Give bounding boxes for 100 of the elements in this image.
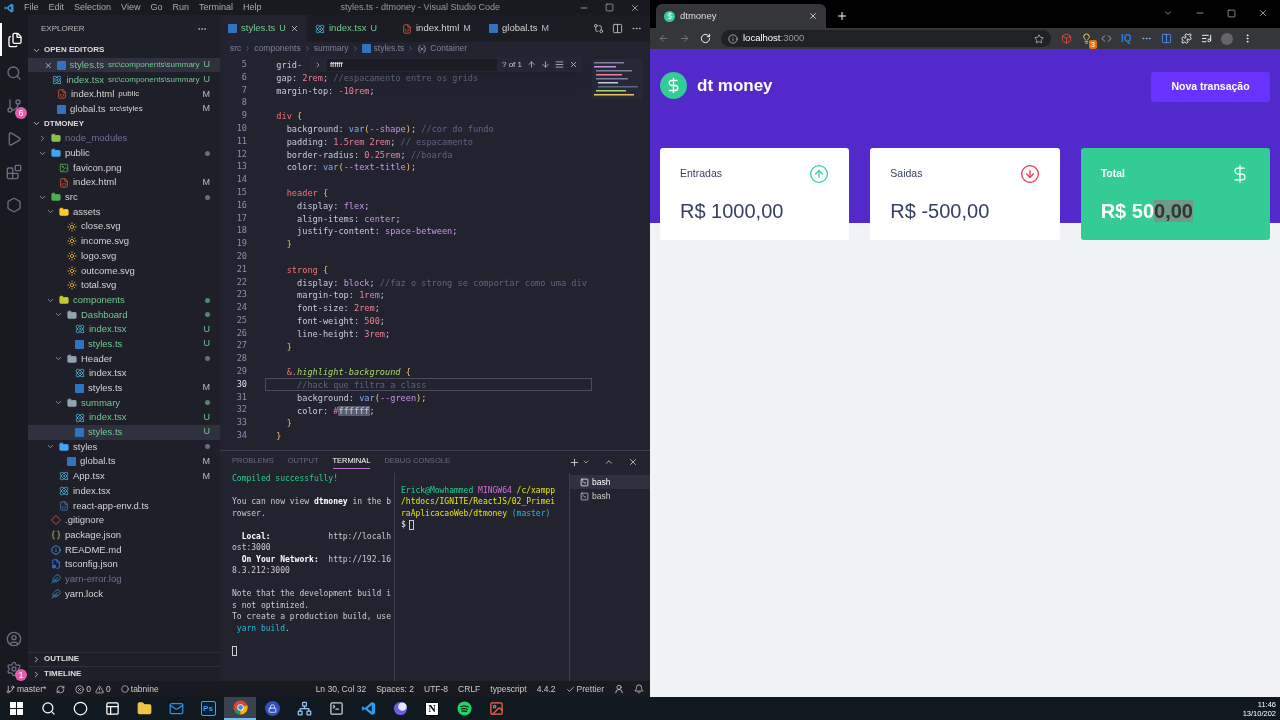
browser-tab[interactable]: dtmoney [656, 4, 826, 28]
close-icon[interactable] [44, 60, 53, 70]
feedback-icon[interactable] [614, 684, 624, 694]
chevron-icon[interactable] [582, 458, 590, 466]
files-icon[interactable] [7, 31, 23, 48]
tree-item[interactable]: README.md [28, 542, 220, 558]
menu-item[interactable]: File [24, 0, 39, 15]
tree-item[interactable]: yarn.lock [28, 586, 220, 602]
tree-item[interactable]: logo.svg [28, 248, 220, 264]
tree-item[interactable]: components [28, 292, 220, 308]
terminal-session[interactable]: bash [570, 489, 650, 503]
menu-item[interactable]: Go [150, 0, 163, 15]
tree-item[interactable]: Dashboard [28, 307, 220, 323]
tree-item[interactable]: favicon.png [28, 160, 220, 176]
tree-item[interactable]: public [28, 145, 220, 161]
close-icon[interactable] [289, 24, 299, 33]
tree-item[interactable]: App.tsx M [28, 468, 220, 484]
taskbar-button[interactable]: Ps [192, 697, 224, 720]
tree-item[interactable]: yarn-error.log [28, 571, 220, 587]
sync-icon[interactable] [56, 684, 66, 694]
previous-match-icon[interactable] [527, 60, 536, 69]
tree-item[interactable]: styles [28, 439, 220, 455]
media-icon[interactable] [1200, 33, 1212, 44]
back-icon[interactable] [658, 33, 669, 44]
open-editor-item[interactable]: index.tsx src\components\summary U [28, 72, 220, 88]
menu-item[interactable]: Selection [74, 0, 112, 15]
tree-item[interactable]: index.tsx U [28, 410, 220, 425]
tree-item[interactable]: package.json [28, 527, 220, 543]
status-item[interactable]: UTF-8 [424, 682, 449, 696]
address-bar[interactable]: localhost:3000 [721, 30, 1051, 47]
menu-item[interactable]: Terminal [198, 0, 233, 15]
section-header[interactable]: DTMONEY [28, 116, 220, 132]
breadcrumb-item[interactable]: src [230, 42, 242, 55]
open-editor-item[interactable]: index.html public M [28, 87, 220, 102]
selection-icon[interactable] [555, 60, 564, 69]
status-item[interactable]: Ln 30, Col 32 [315, 682, 367, 696]
taskbar-button[interactable]: N [416, 697, 448, 720]
tree-item[interactable]: tsconfig.json [28, 557, 220, 572]
close-icon[interactable] [569, 60, 578, 69]
tree-item[interactable]: Header [28, 351, 220, 367]
problems-indicator[interactable]: 0 0 [75, 682, 111, 696]
search-icon[interactable] [6, 64, 22, 81]
status-item[interactable]: CRLF [458, 682, 481, 696]
section-header[interactable]: OUTLINE [28, 651, 220, 667]
tree-item[interactable]: outcome.svg [28, 263, 220, 278]
compare-icon[interactable] [593, 23, 604, 34]
source-control-icon[interactable] [6, 97, 22, 114]
breadcrumb-item[interactable]: components [254, 42, 301, 55]
chevron-icon[interactable] [1163, 8, 1173, 18]
tree-item[interactable]: close.svg [28, 219, 220, 234]
tree-item[interactable]: src [28, 189, 220, 205]
tree-item[interactable]: styles.ts U [28, 424, 220, 440]
breadcrumb-item[interactable]: Container [430, 42, 468, 55]
next-match-icon[interactable] [541, 60, 550, 69]
code-icon[interactable] [1101, 33, 1112, 44]
settings-icon[interactable] [6, 661, 22, 677]
reload-icon[interactable] [700, 33, 711, 44]
notifications-icon[interactable] [634, 684, 644, 694]
breadcrumb-item[interactable]: summary [313, 42, 349, 55]
extensions-icon[interactable] [1180, 33, 1192, 44]
tree-item[interactable]: index.tsx [28, 366, 220, 381]
open-editor-item[interactable]: styles.ts src\components\summary U [28, 57, 220, 73]
extension-status[interactable]: tabnine [120, 682, 159, 696]
tree-item[interactable]: income.svg [28, 233, 220, 249]
close-icon[interactable] [628, 457, 638, 467]
status-item[interactable]: 4.4.2 [536, 682, 556, 696]
tree-item[interactable]: index.html M [28, 175, 220, 190]
new-tab-icon[interactable] [836, 10, 848, 22]
tree-item[interactable]: .gitignore [28, 513, 220, 528]
maximize-panel-icon[interactable] [604, 457, 614, 467]
menu-item[interactable]: Help [242, 0, 262, 15]
maximize-icon[interactable] [1227, 8, 1236, 18]
tree-item[interactable]: index.tsx U [28, 322, 220, 337]
new-terminal-icon[interactable] [569, 456, 580, 468]
editor-tab[interactable]: index.tsx U [307, 15, 394, 42]
section-header[interactable]: OPEN EDITORS [28, 43, 220, 58]
tree-item[interactable]: summary [28, 395, 220, 411]
run-icon[interactable] [6, 130, 22, 147]
close-icon[interactable] [1258, 8, 1268, 18]
account-icon[interactable] [6, 631, 22, 647]
tree-item[interactable]: index.tsx [28, 483, 220, 499]
menu-item[interactable]: Run [172, 0, 189, 15]
menu-item[interactable]: Edit [48, 0, 65, 15]
new-transaction-button[interactable]: Nova transação [1151, 72, 1270, 102]
editor-tab[interactable]: global.ts M [481, 15, 568, 42]
formatter-status[interactable]: Prettier [565, 682, 604, 696]
hexagon-icon[interactable] [6, 196, 22, 213]
tree-item[interactable]: assets [28, 204, 220, 220]
close-icon[interactable] [808, 11, 818, 21]
extension-icon[interactable] [1160, 33, 1172, 44]
maximize-icon[interactable] [605, 3, 614, 12]
split-editor-icon[interactable] [612, 23, 623, 34]
branch-indicator[interactable]: master* [6, 682, 47, 696]
extensions-icon[interactable] [6, 163, 22, 180]
menu-item[interactable]: View [121, 0, 141, 15]
close-icon[interactable] [630, 2, 640, 13]
find-input[interactable]: ffffff [327, 58, 497, 71]
star-icon[interactable] [1034, 33, 1044, 44]
lightbulb-icon[interactable] [1081, 33, 1092, 44]
status-item[interactable]: Spaces: 2 [376, 682, 414, 696]
